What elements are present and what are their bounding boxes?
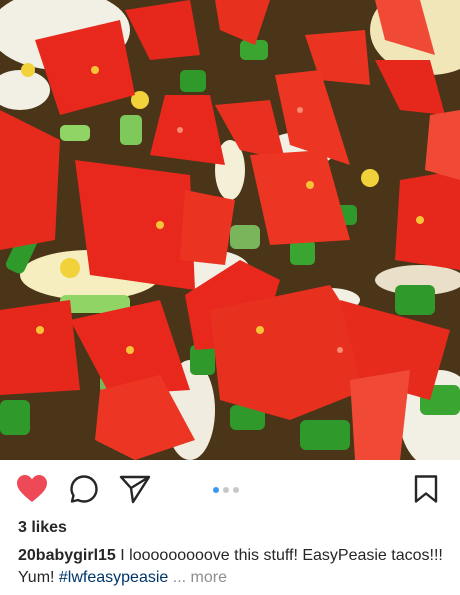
carousel-indicator — [213, 487, 239, 493]
likes-count[interactable]: 3 likes — [18, 519, 67, 537]
comment-icon — [70, 475, 98, 503]
carousel-dot — [233, 487, 239, 493]
instagram-post: 3 likes 20babygirl15 I looooooooove this… — [0, 0, 460, 595]
like-button[interactable] — [15, 472, 49, 506]
carousel-dot — [223, 487, 229, 493]
send-icon — [119, 475, 151, 504]
post-caption: 20babygirl15 I looooooooove this stuff! … — [18, 545, 448, 589]
action-bar — [0, 462, 460, 514]
caption-more-link[interactable]: ... more — [173, 569, 227, 586]
carousel-dot-active — [213, 487, 219, 493]
caption-hashtag[interactable]: #lwfeasypeasie — [59, 569, 168, 586]
caption-username[interactable]: 20babygirl15 — [18, 547, 116, 564]
post-photo[interactable] — [0, 0, 460, 460]
comment-button[interactable] — [67, 472, 101, 506]
food-photo — [0, 0, 460, 460]
bookmark-icon — [414, 475, 438, 503]
heart-icon — [17, 475, 47, 502]
save-button[interactable] — [409, 472, 443, 506]
share-button[interactable] — [118, 472, 152, 506]
